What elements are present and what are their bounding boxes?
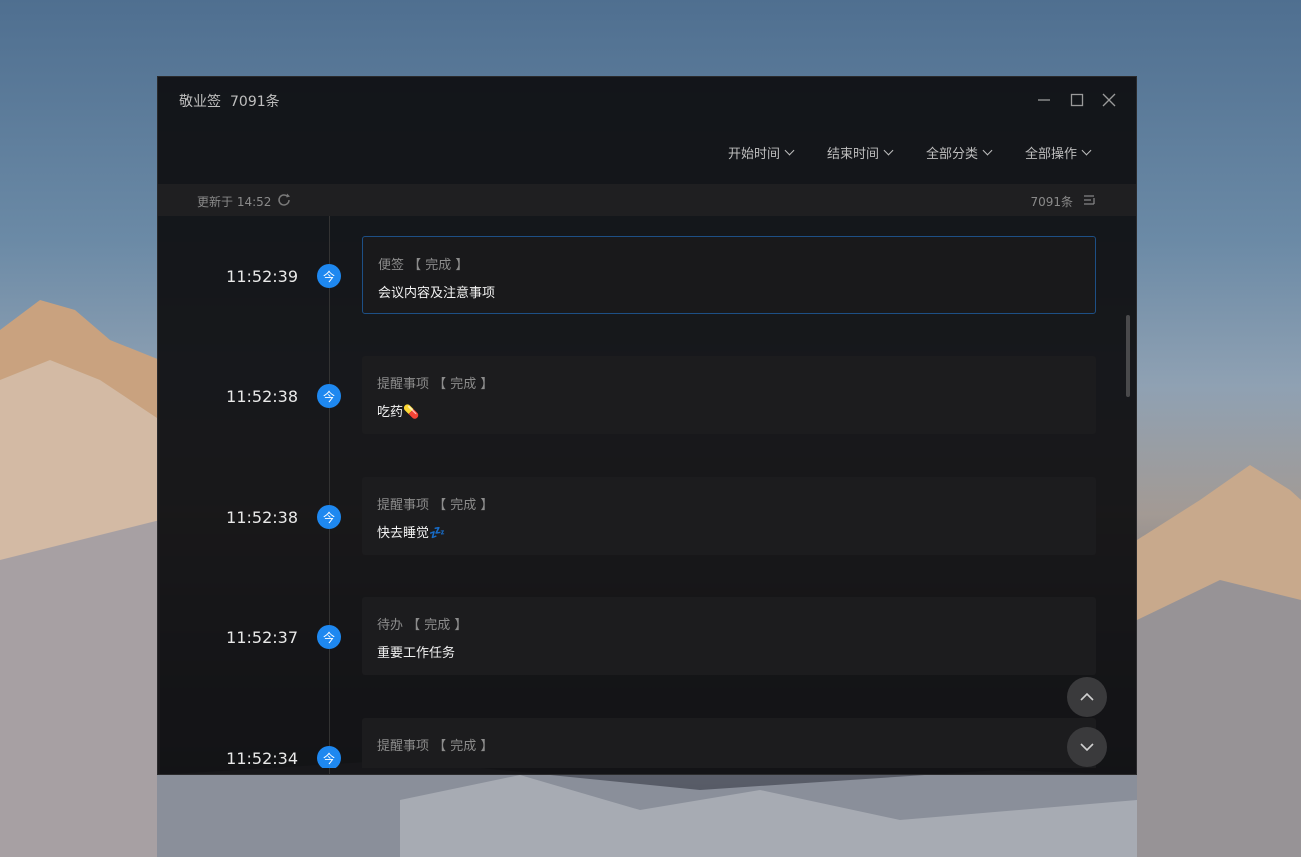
filter-operation[interactable]: 全部操作 <box>1024 143 1092 162</box>
status-bar: 更新于 14:52 7091条 <box>158 184 1136 216</box>
note-card[interactable]: 提醒事项 【 完成 】 吃药💊 <box>362 356 1096 434</box>
close-icon <box>1102 93 1116 107</box>
today-badge: 今 <box>317 625 341 649</box>
chevron-up-icon <box>1080 692 1094 701</box>
note-content: 重要工作任务 <box>377 646 456 661</box>
history-list: 11:52:39 今 便签 【 完成 】 会议内容及注意事项 11:52:38 … <box>158 216 1136 768</box>
note-content: 吃药💊 <box>377 405 420 420</box>
chevron-down-icon <box>982 145 993 156</box>
filter-start-time[interactable]: 开始时间 <box>727 143 795 162</box>
list-item: 11:52:38 今 提醒事项 【 完成 】 吃药💊 <box>158 356 1136 436</box>
sort-icon[interactable] <box>1083 194 1095 206</box>
today-badge: 今 <box>317 746 341 768</box>
today-badge: 今 <box>317 264 341 288</box>
total-count: 7091条 <box>1030 195 1073 209</box>
today-badge: 今 <box>317 505 341 529</box>
note-meta: 提醒事项 【 完成 】 <box>377 739 494 754</box>
filter-label: 开始时间 <box>727 147 780 162</box>
note-count: 7091条 <box>230 94 280 110</box>
filter-end-time[interactable]: 结束时间 <box>826 143 894 162</box>
note-meta: 待办 【 完成 】 <box>377 618 468 633</box>
app-window: 敬业签 7091条 开始时间 结束时间 全部分类 全部操作 更新于 14:52 <box>157 76 1137 775</box>
note-content: 会议内容及注意事项 <box>378 286 496 301</box>
scrollbar-thumb[interactable] <box>1126 315 1130 397</box>
entry-time: 11:52:37 <box>226 628 298 647</box>
entry-time: 11:52:34 <box>226 749 298 768</box>
refresh-icon[interactable] <box>276 192 292 208</box>
filter-label: 全部分类 <box>925 147 978 162</box>
filter-label: 结束时间 <box>826 147 879 162</box>
entry-time: 11:52:38 <box>226 508 298 527</box>
entry-time: 11:52:38 <box>226 387 298 406</box>
note-card[interactable]: 便签 【 完成 】 会议内容及注意事项 <box>362 236 1096 314</box>
chevron-down-icon <box>1081 145 1092 156</box>
today-badge: 今 <box>317 384 341 408</box>
list-item: 11:52:34 今 提醒事项 【 完成 】 <box>158 718 1136 768</box>
scroll-bottom-button[interactable] <box>1067 727 1107 767</box>
note-meta: 提醒事项 【 完成 】 <box>377 498 494 513</box>
close-button[interactable] <box>1095 88 1123 112</box>
minimize-button[interactable] <box>1030 88 1058 112</box>
note-card[interactable]: 提醒事项 【 完成 】 快去睡觉💤 <box>362 477 1096 555</box>
list-item: 11:52:39 今 便签 【 完成 】 会议内容及注意事项 <box>158 236 1136 316</box>
app-title: 敬业签 <box>179 94 221 110</box>
minimize-icon <box>1038 99 1050 101</box>
title-bar: 敬业签 7091条 <box>158 77 1136 123</box>
note-meta: 提醒事项 【 完成 】 <box>377 377 494 392</box>
list-item: 11:52:38 今 提醒事项 【 完成 】 快去睡觉💤 <box>158 477 1136 557</box>
filter-label: 全部操作 <box>1024 147 1077 162</box>
chevron-down-icon <box>883 145 894 156</box>
list-item: 11:52:37 今 待办 【 完成 】 重要工作任务 <box>158 597 1136 677</box>
updated-time: 更新于 14:52 <box>197 195 272 209</box>
note-card[interactable]: 提醒事项 【 完成 】 <box>362 718 1096 768</box>
note-meta: 便签 【 完成 】 <box>378 258 469 273</box>
filter-bar: 开始时间 结束时间 全部分类 全部操作 <box>694 143 1092 162</box>
entry-time: 11:52:39 <box>226 267 298 286</box>
chevron-down-icon <box>784 145 795 156</box>
chevron-down-icon <box>1080 743 1094 752</box>
maximize-icon <box>1070 93 1084 107</box>
maximize-button[interactable] <box>1063 88 1091 112</box>
scroll-top-button[interactable] <box>1067 677 1107 717</box>
note-card[interactable]: 待办 【 完成 】 重要工作任务 <box>362 597 1096 675</box>
filter-category[interactable]: 全部分类 <box>925 143 993 162</box>
note-content: 快去睡觉💤 <box>377 526 446 541</box>
